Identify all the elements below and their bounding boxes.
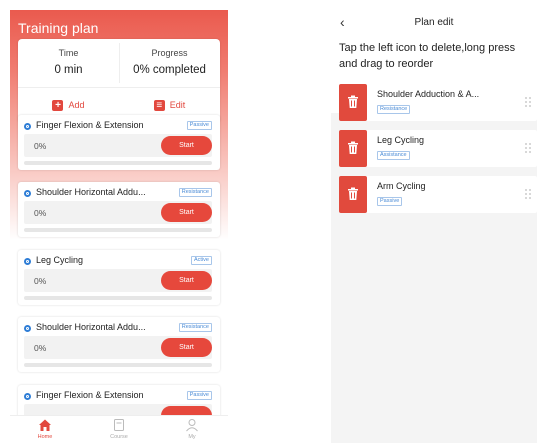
plan-item[interactable]: Arm Cycling Passive — [339, 176, 537, 213]
edit-icon: ≡ — [153, 99, 165, 111]
exercise-name: Arm Cycling — [377, 181, 426, 191]
status-dot-icon — [24, 393, 31, 400]
exercise-name: Shoulder Adduction & A... — [377, 89, 480, 99]
instruction-text: Tap the left icon to delete,long press a… — [339, 42, 516, 70]
plan-card[interactable]: Leg Cycling Active 0% Start — [18, 250, 220, 305]
progress-stat: Progress 0% completed — [119, 39, 220, 87]
start-button[interactable]: Start — [161, 136, 212, 155]
edit-label: Edit — [169, 100, 186, 110]
progress-bar — [24, 161, 212, 165]
exercise-name: Leg Cycling — [36, 255, 84, 265]
page-title: Plan edit — [414, 17, 454, 28]
start-button[interactable]: Start — [161, 338, 212, 357]
nav-course-label: Course — [110, 434, 128, 440]
nav-course[interactable]: Course — [94, 418, 144, 440]
percent-text: 0% — [34, 343, 47, 353]
status-dot-icon — [24, 190, 31, 197]
status-dot-icon — [24, 258, 31, 265]
progress-row: 0% Start — [24, 134, 212, 157]
delete-button[interactable] — [339, 84, 367, 121]
nav-home-label: Home — [37, 434, 53, 440]
time-value: 0 min — [54, 64, 83, 76]
time-label: Time — [58, 48, 79, 58]
drag-handle-icon[interactable] — [525, 189, 531, 200]
progress-row: 0% Start — [24, 269, 212, 292]
percent-text: 0% — [34, 141, 47, 151]
page-title: Training plan — [18, 20, 99, 36]
progress-bar — [24, 228, 212, 232]
time-stat: Time 0 min — [18, 39, 119, 87]
mode-tag: Resistance — [377, 105, 411, 114]
trash-icon — [348, 95, 358, 108]
delete-button[interactable] — [339, 176, 367, 213]
plan-card[interactable]: Shoulder Horizontal Addu... Resistance 0… — [18, 317, 220, 372]
plan-edit-screen: ‹ Plan edit Tap the left icon to delete,… — [331, 10, 537, 443]
exercise-name: Finger Flexion & Extension — [36, 390, 144, 400]
progress-bar — [24, 296, 212, 300]
mode-tag: Assistance — [377, 151, 410, 160]
start-button[interactable]: Start — [161, 271, 212, 290]
percent-text: 0% — [34, 208, 47, 218]
delete-button[interactable] — [339, 130, 367, 167]
bottom-nav: Home Course My — [10, 415, 228, 443]
progress-value: 0% completed — [133, 64, 206, 76]
plan-card[interactable]: Finger Flexion & Extension Passive 0% St… — [18, 115, 220, 170]
mode-tag: Passive — [186, 121, 212, 130]
mode-tag: Passive — [377, 197, 403, 206]
status-dot-icon — [24, 123, 31, 130]
status-dot-icon — [24, 325, 31, 332]
start-button[interactable]: Start — [161, 203, 212, 222]
trash-icon — [348, 187, 358, 200]
plan-item[interactable]: Shoulder Adduction & A... Resistance — [339, 84, 537, 121]
training-plan-screen: Training plan Time 0 min Progress 0% com… — [10, 10, 228, 443]
nav-home[interactable]: Home — [20, 418, 70, 440]
percent-text: 0% — [34, 276, 47, 286]
plus-icon: + — [52, 99, 64, 111]
mode-tag: Passive — [186, 391, 212, 400]
summary-panel: Time 0 min Progress 0% completed + Add ≡… — [18, 39, 220, 123]
progress-label: Progress — [151, 48, 188, 58]
mode-tag: Resistance — [178, 188, 212, 197]
nav-my-label: My — [188, 434, 196, 440]
progress-row: 0% Start — [24, 201, 212, 224]
drag-handle-icon[interactable] — [525, 143, 531, 154]
add-label: Add — [68, 100, 85, 110]
progress-bar — [24, 363, 212, 367]
exercise-name: Finger Flexion & Extension — [36, 120, 144, 130]
exercise-name: Leg Cycling — [377, 135, 425, 145]
exercise-name: Shoulder Horizontal Addu... — [36, 187, 146, 197]
progress-row: 0% Start — [24, 336, 212, 359]
trash-icon — [348, 141, 358, 154]
exercise-name: Shoulder Horizontal Addu... — [36, 322, 146, 332]
mode-tag: Resistance — [178, 323, 212, 332]
plan-card[interactable]: Shoulder Horizontal Addu... Resistance 0… — [18, 182, 220, 237]
mode-tag: Active — [191, 256, 212, 265]
user-icon — [167, 418, 217, 432]
plan-item[interactable]: Leg Cycling Assistance — [339, 130, 537, 167]
drag-handle-icon[interactable] — [525, 97, 531, 108]
course-icon — [94, 418, 144, 432]
nav-my[interactable]: My — [167, 418, 217, 440]
home-icon — [20, 418, 70, 432]
